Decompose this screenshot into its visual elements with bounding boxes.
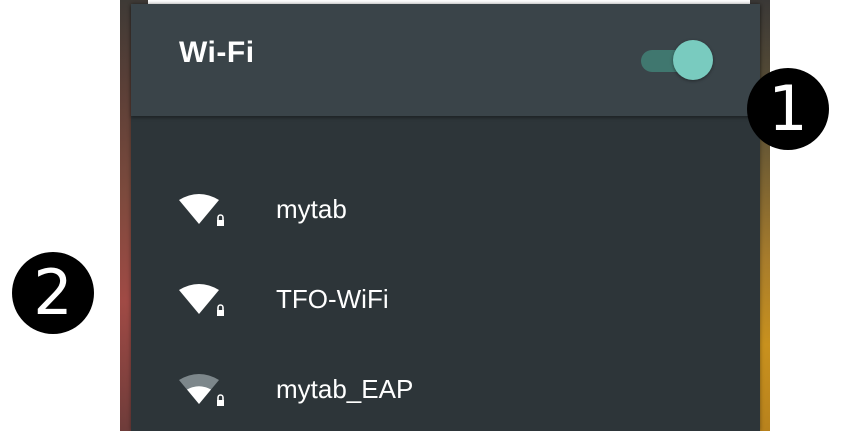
wifi-secured-full-icon <box>179 194 226 228</box>
wifi-secured-full-icon <box>179 284 226 318</box>
network-name: mytab_EAP <box>276 374 414 404</box>
network-item[interactable]: TFO-WiFi <box>131 266 760 336</box>
wifi-quick-settings-panel: Wi-Fi mytab TFO-WiFi mytab_EAP <box>131 4 760 431</box>
wifi-secured-partial-icon <box>179 374 226 408</box>
wifi-toggle[interactable] <box>639 40 713 80</box>
network-item[interactable]: mytab_EAP <box>131 356 760 426</box>
network-name: mytab <box>276 194 347 224</box>
wifi-panel-header: Wi-Fi <box>131 4 760 116</box>
wifi-panel-title: Wi-Fi <box>179 36 255 69</box>
network-name: TFO-WiFi <box>276 284 389 314</box>
network-item[interactable]: mytab <box>131 176 760 246</box>
callout-badge-1: 1 <box>747 68 829 150</box>
wifi-toggle-thumb <box>673 40 713 80</box>
callout-badge-2: 2 <box>12 252 94 334</box>
